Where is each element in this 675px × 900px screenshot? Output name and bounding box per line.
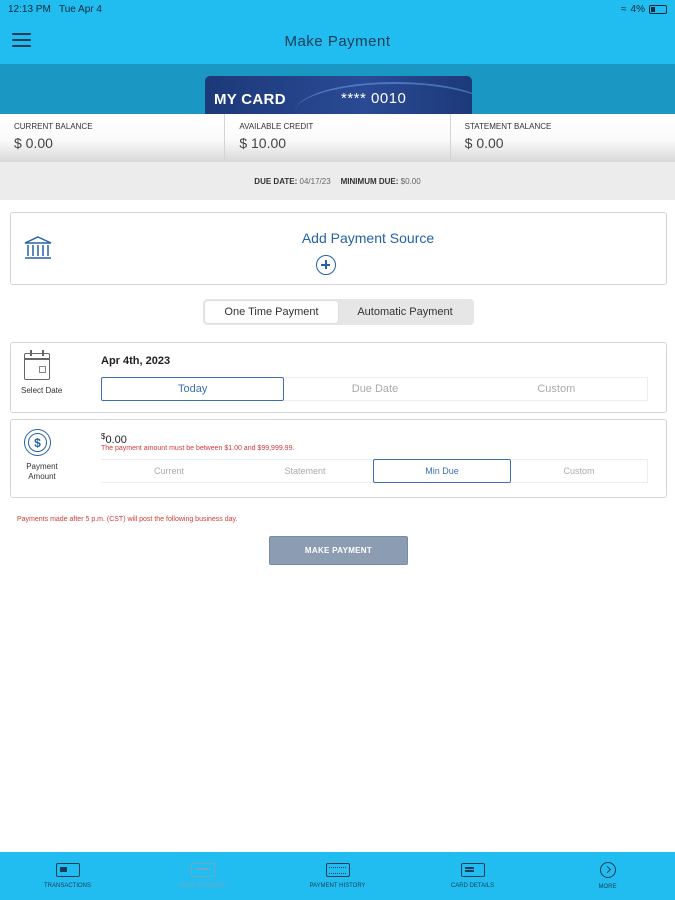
due-date-value: 04/17/23 [299, 176, 331, 186]
select-date-label: Select Date [21, 386, 63, 395]
amount-options: Current Statement Min Due Custom [101, 459, 648, 483]
statement-balance: STATEMENT BALANCE $ 0.00 [449, 114, 675, 162]
dollar-icon: $ [24, 429, 51, 456]
history-icon [325, 863, 350, 877]
payment-amount-label: Payment Amount [26, 462, 58, 481]
balance-value: $ 0.00 [464, 135, 504, 151]
balance-label: STATEMENT BALANCE [464, 122, 552, 131]
card-name: MY CARD [214, 91, 286, 108]
date-options: Today Due Date Custom [101, 377, 648, 401]
tab-card-details[interactable]: CARD DETAILS [405, 852, 540, 900]
amount-option-current[interactable]: Current [101, 459, 237, 483]
amount-error-message: The payment amount must be between $1.00… [101, 445, 295, 452]
payment-type-toggle: One Time Payment Automatic Payment [203, 299, 474, 325]
tab-payment-history[interactable]: PAYMENT HISTORY [270, 852, 405, 900]
min-due-label: MINIMUM DUE: [340, 176, 399, 186]
status-date: Tue Apr 4 [58, 3, 102, 15]
tab-one-time-payment[interactable]: One Time Payment [205, 301, 338, 323]
payment-amount-card: $ Payment Amount $0.00 The payment amoun… [10, 419, 667, 498]
available-credit: AVAILABLE CREDIT $ 10.00 [224, 114, 449, 162]
select-date-card: Select Date Apr 4th, 2023 Today Due Date… [10, 342, 667, 413]
add-payment-source-label[interactable]: Add Payment Source [11, 230, 675, 246]
payment-amount-input[interactable]: $0.00 [101, 432, 127, 446]
amount-option-custom[interactable]: Custom [511, 459, 648, 483]
balance-value: $ 10.00 [239, 135, 287, 151]
tab-label: TRANSACTIONS [43, 883, 91, 889]
make-payment-button[interactable]: MAKE PAYMENT [269, 536, 408, 565]
plus-circle-icon[interactable] [316, 255, 336, 275]
app-header: Make Payment [0, 18, 675, 64]
balance-summary: CURRENT BALANCE $ 0.00 AVAILABLE CREDIT … [0, 114, 675, 162]
tab-label: PAYMENT HISTORY [309, 883, 366, 889]
amount-option-statement[interactable]: Statement [237, 459, 373, 483]
tab-label: MAKE PAYMENT [179, 883, 226, 889]
tab-label: MORE [598, 884, 617, 890]
wifi-icon: ≈ [621, 3, 627, 15]
card-icon [55, 863, 80, 877]
date-option-due-date[interactable]: Due Date [284, 377, 466, 401]
date-option-today[interactable]: Today [101, 377, 285, 401]
balance-label: AVAILABLE CREDIT [239, 122, 314, 131]
credit-card-image[interactable]: MY CARD **** 0010 [205, 76, 472, 114]
tab-automatic-payment[interactable]: Automatic Payment [338, 301, 472, 323]
balance-value: $ 0.00 [14, 135, 53, 151]
current-balance: CURRENT BALANCE $ 0.00 [0, 114, 224, 162]
card-number: **** 0010 [341, 90, 407, 107]
page-title: Make Payment [284, 32, 391, 50]
details-icon [460, 863, 485, 877]
min-due-value: $0.00 [400, 176, 421, 186]
due-date-label: DUE DATE: [254, 176, 298, 186]
cutoff-note: Payments made after 5 p.m. (CST) will po… [17, 516, 238, 523]
status-bar: 12:13 PM Tue Apr 4 ≈ 4% [0, 0, 675, 18]
payment-card-icon [190, 863, 215, 877]
tab-more[interactable]: MORE [540, 852, 675, 900]
balance-label: CURRENT BALANCE [14, 122, 93, 131]
battery-icon [649, 4, 667, 14]
selected-date: Apr 4th, 2023 [101, 355, 171, 367]
amount-option-min-due[interactable]: Min Due [373, 459, 511, 483]
tab-transactions[interactable]: TRANSACTIONS [0, 852, 135, 900]
tab-label: CARD DETAILS [450, 883, 495, 889]
menu-icon[interactable] [12, 33, 31, 47]
bottom-tab-bar: TRANSACTIONS MAKE PAYMENT PAYMENT HISTOR… [0, 852, 675, 900]
status-time: 12:13 PM [8, 3, 51, 15]
date-option-custom[interactable]: Custom [465, 377, 648, 401]
due-info-bar: DUE DATE: 04/17/23 MINIMUM DUE: $0.00 [0, 162, 675, 200]
add-payment-source-card[interactable]: Add Payment Source [10, 212, 667, 285]
battery-percent: 4% [630, 3, 645, 15]
more-icon [599, 862, 616, 878]
calendar-icon [24, 350, 50, 380]
tab-make-payment[interactable]: MAKE PAYMENT [135, 852, 270, 900]
